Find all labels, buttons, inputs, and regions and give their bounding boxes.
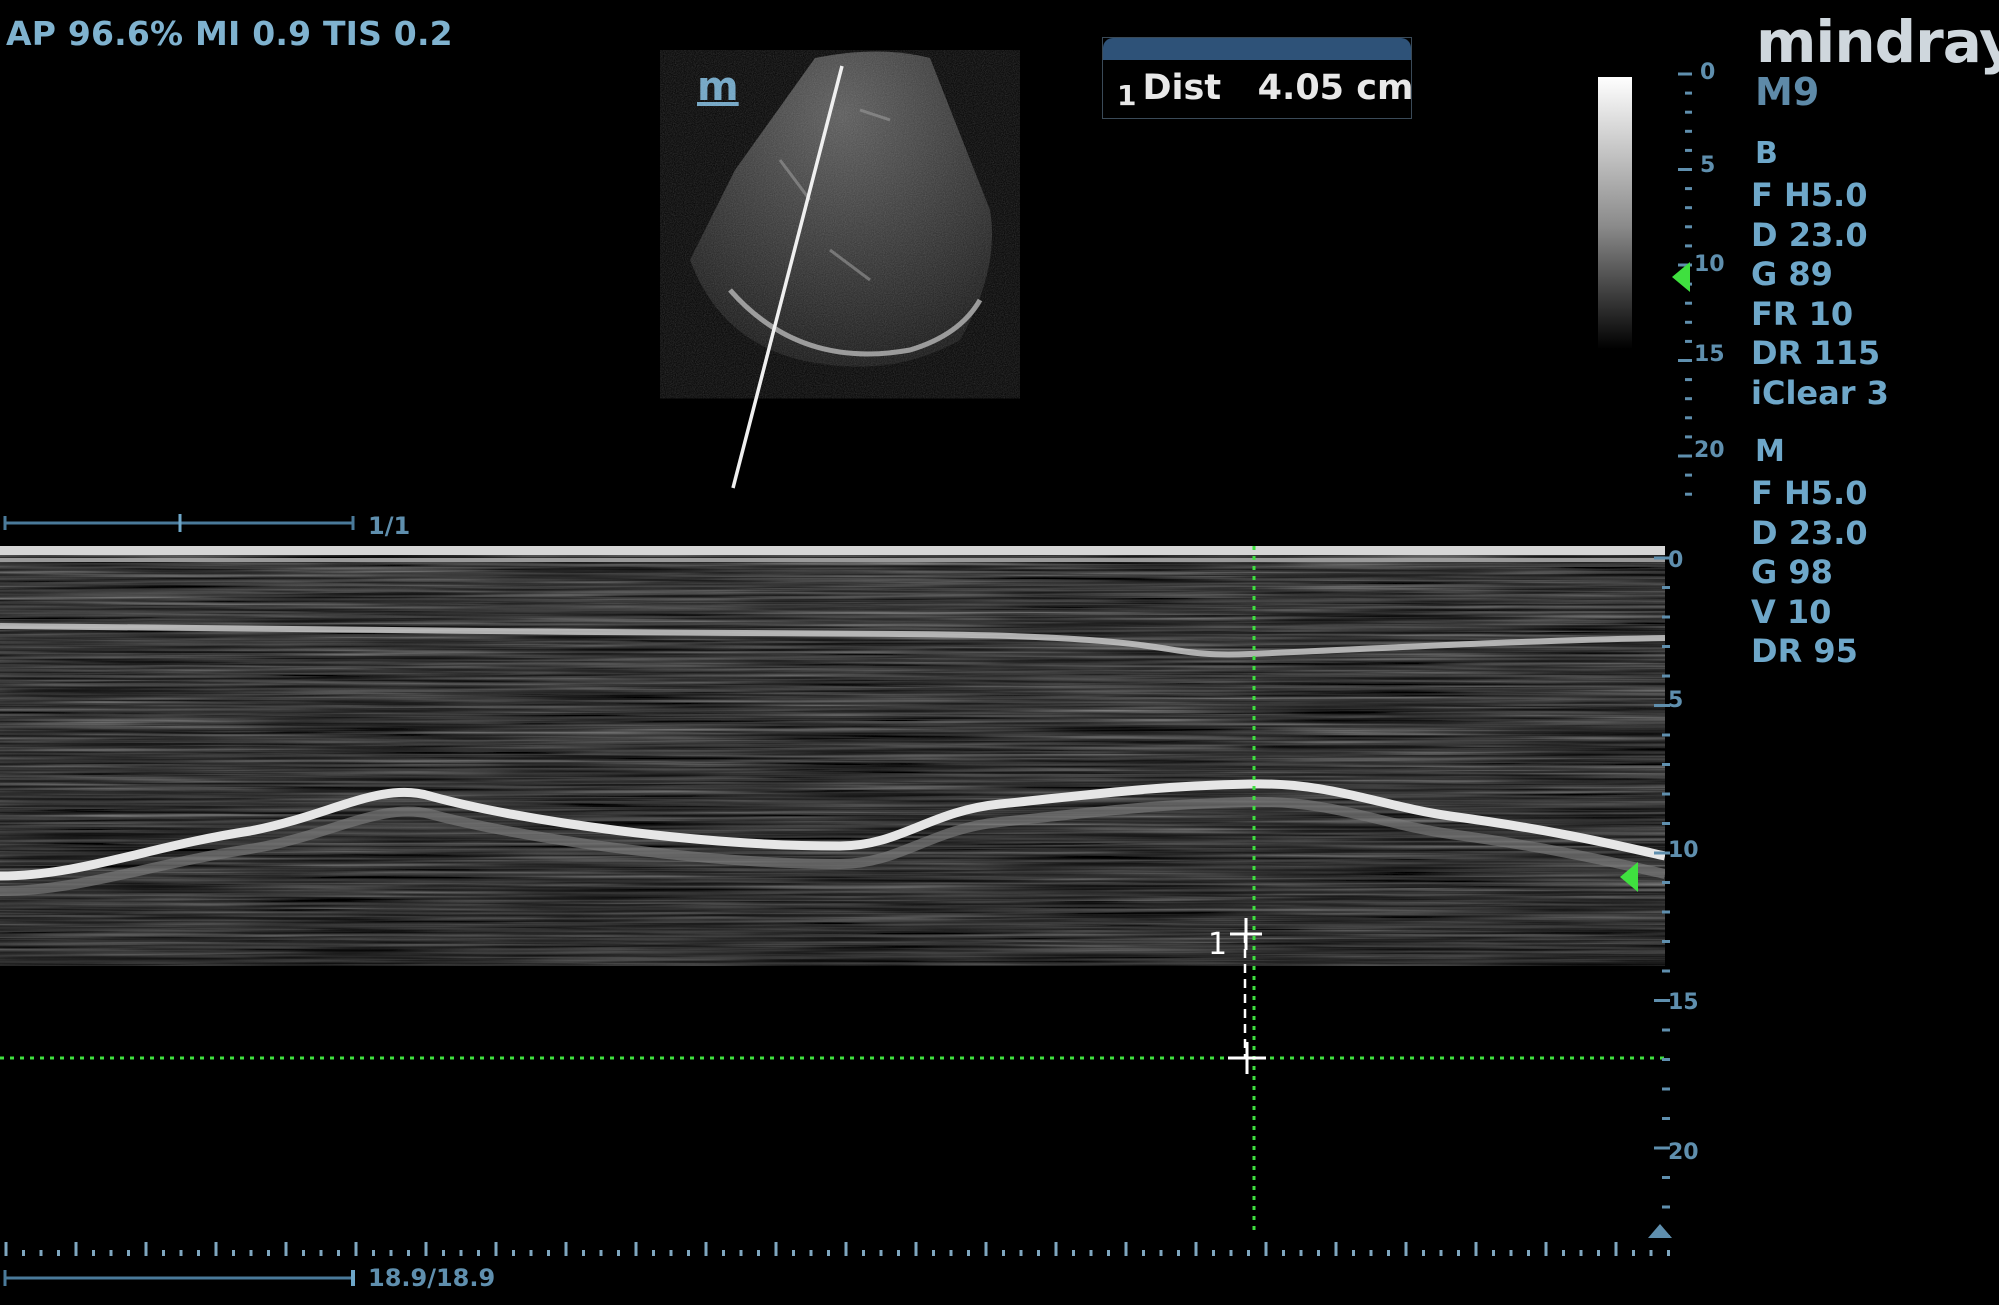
b-depth-label-15: 15 (1694, 342, 1725, 367)
m-mode-top-band (0, 546, 1665, 555)
m-param-dynamic-range: DR 95 (1751, 632, 1858, 670)
time-ruler (4, 1242, 1670, 1256)
b-depth-label-5: 5 (1700, 153, 1716, 178)
model-name: M9 (1755, 70, 1820, 114)
caliper-marker-label: 1 (1208, 927, 1227, 962)
sector-speckle (690, 51, 992, 367)
cine-time-counter: 18.9/18.9 (368, 1264, 496, 1292)
m-param-gain: G 98 (1751, 553, 1833, 591)
measurement-index: 1 (1117, 79, 1137, 112)
b-param-frame-rate: FR 10 (1751, 294, 1854, 333)
b-depth-label-20: 20 (1694, 438, 1725, 463)
b-depth-label-10: 10 (1694, 252, 1725, 277)
b-param-iclear: iClear 3 (1751, 373, 1889, 412)
b-param-frequency: F H5.0 (1751, 176, 1868, 214)
m-param-sweep-speed: V 10 (1751, 592, 1832, 631)
measurement-label: Dist (1142, 68, 1222, 108)
brand-logo: mindray (1756, 8, 1999, 76)
grayscale-map-bar (1598, 77, 1632, 349)
b-params-list: F H5.0 D 23.0 G 89 FR 10 DR 115 iClear 3 (1751, 176, 1889, 413)
acoustic-output-readout: AP 96.6% MI 0.9 TIS 0.2 (6, 14, 453, 53)
measurement-header-bar (1103, 38, 1411, 60)
m-param-depth: D 23.0 (1751, 513, 1868, 552)
b-param-depth: D 23.0 (1751, 215, 1868, 254)
b-param-gain: G 89 (1751, 255, 1833, 293)
m-mode-trace: 1 (0, 546, 1665, 1242)
cine-frame-counter: 1/1 (368, 512, 411, 540)
m-params-list: F H5.0 D 23.0 G 98 V 10 DR 95 (1751, 474, 1868, 672)
measurement-result: 1 Dist 4.05 cm (1117, 68, 1413, 112)
m-depth-label-5: 5 (1668, 688, 1684, 713)
cine-time-slider[interactable] (0, 1264, 360, 1294)
m-depth-label-20: 20 (1668, 1140, 1699, 1165)
m-param-frequency: F H5.0 (1751, 474, 1868, 512)
b-focus-marker-icon[interactable] (1670, 260, 1692, 294)
measurement-result-box: 1 Dist 4.05 cm (1102, 37, 1413, 119)
cine-frame-slider[interactable] (0, 508, 360, 538)
m-depth-label-15: 15 (1668, 990, 1699, 1015)
m-depth-label-0: 0 (1668, 548, 1684, 573)
m-params-title: M (1755, 434, 1785, 469)
m-focus-marker-icon[interactable] (1618, 860, 1640, 894)
measurement-value: 4.05 cm (1257, 68, 1414, 108)
b-params-title: B (1755, 136, 1778, 171)
b-depth-label-0: 0 (1700, 60, 1716, 85)
m-depth-label-10: 10 (1668, 838, 1699, 863)
b-param-dynamic-range: DR 115 (1751, 334, 1881, 372)
b-mode-image[interactable] (660, 50, 1020, 500)
m-mode-trace-panel[interactable]: 1 (0, 546, 1665, 1242)
